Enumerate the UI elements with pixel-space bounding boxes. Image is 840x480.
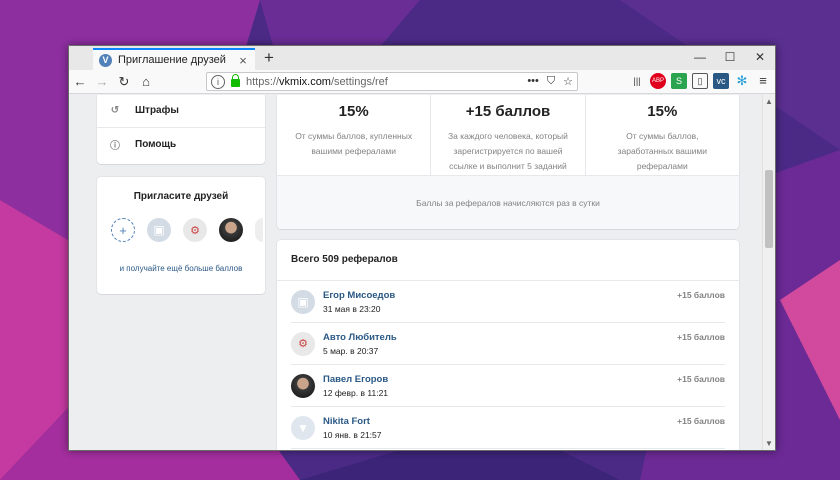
sidebar-item-label: Штрафы <box>135 104 179 116</box>
lock-icon <box>231 73 240 87</box>
stat-value: 15% <box>338 103 369 120</box>
robot-icon[interactable]: ⚙ <box>291 331 315 356</box>
help-icon: ⓘ <box>110 140 120 152</box>
avatar <box>219 218 243 242</box>
stat-desc: За каждого человека, который зарегистрир… <box>448 131 568 171</box>
referral-points: +15 баллов <box>677 332 725 342</box>
table-row: Павел Егоров 12 февр. в 11:21 +15 баллов <box>291 365 725 407</box>
home-icon[interactable]: ⌂ <box>135 74 157 89</box>
scroll-thumb[interactable] <box>765 170 773 248</box>
stat-value: 15% <box>647 103 678 120</box>
camera-icon[interactable]: ▣ <box>291 289 315 314</box>
invite-link[interactable]: и получайте ещё больше баллов <box>97 264 265 273</box>
referral-date: 12 февр. в 11:21 <box>323 387 389 398</box>
table-row: ▣ Егор Мисоедов 31 мая в 23:20 +15 балло… <box>291 281 725 323</box>
camera-icon: ▣ <box>147 218 171 242</box>
new-tab-button[interactable]: + <box>259 48 279 68</box>
chevron-up-icon[interactable]: ▲ <box>763 97 775 106</box>
referral-date: 5 мар. в 20:37 <box>323 345 379 356</box>
sidebar-item-help[interactable]: ⓘ Помощь <box>97 127 265 160</box>
scrollbar[interactable]: ▲ ▼ <box>762 95 775 450</box>
stat-per-user: +15 баллов За каждого человека, который … <box>431 95 586 175</box>
avatar[interactable] <box>291 373 315 398</box>
page-content: ↺ Штрафы ⓘ Помощь Пригласите друзей + ▣ … <box>69 95 762 450</box>
vk-icon[interactable]: vc <box>713 73 729 89</box>
vk-favicon-icon: V <box>99 53 112 67</box>
referral-name[interactable]: Павел Егоров <box>323 374 388 385</box>
url-prefix: https:// <box>246 75 280 88</box>
reload-icon[interactable]: ↻ <box>113 74 135 90</box>
stats-card: 15% От суммы баллов, купленных вашими ре… <box>277 95 739 229</box>
referral-points: +15 баллов <box>677 374 725 384</box>
sidebar-item-penalties[interactable]: ↺ Штрафы <box>97 95 265 127</box>
referral-date: 31 мая в 23:20 <box>323 303 381 314</box>
stats-footer: Баллы за рефералов начисляются раз в сут… <box>277 175 739 229</box>
star-icon[interactable]: ☆ <box>563 75 573 88</box>
referral-name[interactable]: Nikita Fort <box>323 416 382 427</box>
tab-active[interactable]: V Приглашение друзей × <box>93 48 255 70</box>
sidebar-icon[interactable]: ▯ <box>692 73 708 89</box>
invite-avatars: + ▣ ⚙ <box>97 218 265 242</box>
stat-purchased: 15% От суммы баллов, купленных вашими ре… <box>277 95 432 175</box>
url-path: /settings/ref <box>330 75 388 88</box>
referrals-title: Всего 509 рефералов <box>277 240 739 281</box>
settings-icon[interactable]: ✻ <box>734 73 750 89</box>
invite-card: Пригласите друзей + ▣ ⚙ и получайте ещё … <box>97 177 265 294</box>
chevron-down-icon[interactable]: ▼ <box>763 439 775 448</box>
browser-window: V Приглашение друзей × + — ☐ ✕ ← → ↻ ⌂ i… <box>68 45 776 451</box>
url-domain: vkmix.com <box>279 75 331 88</box>
referrals-card: Всего 509 рефералов ▣ Егор Мисоедов 31 м… <box>277 240 739 450</box>
sidebar-menu: ↺ Штрафы ⓘ Помощь <box>97 95 265 164</box>
extension-icon[interactable]: S <box>671 73 687 89</box>
add-friend-icon[interactable]: + <box>111 218 135 242</box>
referral-points: +15 баллов <box>677 290 725 300</box>
stat-earned: 15% От суммы баллов, заработанных вашими… <box>586 95 739 175</box>
referral-date: 10 янв. в 21:57 <box>323 429 382 440</box>
referral-name[interactable]: Авто Любитель <box>323 332 397 343</box>
tab-title: Приглашение друзей <box>118 54 226 66</box>
url-text: https://vkmix.com/settings/ref <box>246 76 527 88</box>
minimize-icon[interactable]: — <box>685 46 715 70</box>
referral-points: +15 баллов <box>677 416 725 426</box>
sidebar-item-label: Помощь <box>135 138 177 150</box>
adblock-icon[interactable]: ABP <box>650 73 666 89</box>
penalty-icon: ↺ <box>110 104 120 116</box>
table-row: ▼ Nikita Fort 10 янв. в 21:57 +15 баллов <box>291 407 725 449</box>
stat-value: +15 баллов <box>465 103 551 120</box>
forward-icon[interactable]: → <box>91 74 113 89</box>
back-icon[interactable]: ← <box>69 74 91 89</box>
dog-icon[interactable]: ▼ <box>291 415 315 440</box>
tab-strip: V Приглашение друзей × + — ☐ ✕ <box>69 46 775 70</box>
close-icon[interactable]: × <box>237 53 249 68</box>
menu-icon[interactable]: ≡ <box>755 73 771 89</box>
window-controls: — ☐ ✕ <box>685 46 775 70</box>
pocket-icon[interactable]: ⛉ <box>547 75 555 88</box>
robot-icon: ⚙ <box>183 218 207 242</box>
stat-desc: От суммы баллов, купленных вашими рефера… <box>295 131 413 156</box>
nav-bar: ← → ↻ ⌂ i https://vkmix.com/settings/ref… <box>69 70 775 94</box>
more-icon[interactable]: ••• <box>527 75 539 88</box>
stat-desc: От суммы баллов, заработанных вашими реф… <box>617 131 708 171</box>
avatar <box>255 218 263 242</box>
info-icon[interactable]: i <box>211 74 225 89</box>
maximize-icon[interactable]: ☐ <box>715 46 745 70</box>
invite-title: Пригласите друзей <box>133 191 229 202</box>
window-close-icon[interactable]: ✕ <box>745 46 775 70</box>
library-icon[interactable]: ||| <box>629 73 645 89</box>
referral-name[interactable]: Егор Мисоедов <box>323 290 395 301</box>
table-row: ⚙ Авто Любитель 5 мар. в 20:37 +15 балло… <box>291 323 725 365</box>
url-bar[interactable]: i https://vkmix.com/settings/ref ••• ⛉ ☆ <box>206 72 578 91</box>
